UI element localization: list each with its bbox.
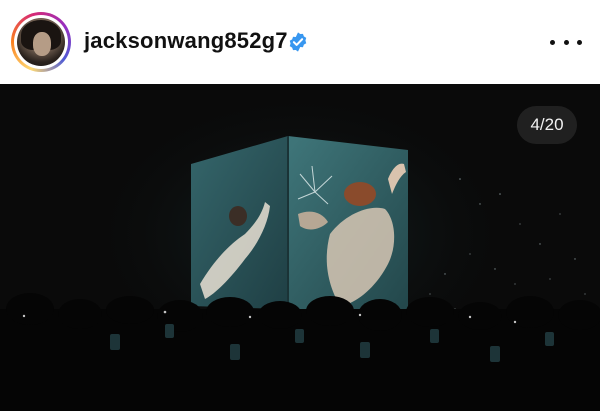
avatar-face: [33, 32, 51, 56]
username[interactable]: jacksonwang852g7: [84, 28, 288, 54]
verified-badge-icon: [289, 32, 307, 52]
more-options-icon[interactable]: [550, 30, 582, 54]
photo-counter-badge: 4/20: [517, 106, 577, 144]
avatar[interactable]: [17, 18, 65, 66]
more-dot: [550, 39, 555, 45]
avatar-border: [14, 15, 68, 69]
post-photo[interactable]: [0, 84, 600, 411]
post-header: jacksonwang852g7: [0, 0, 600, 84]
story-ring[interactable]: [11, 12, 71, 72]
concert-photo-illustration: [0, 84, 600, 411]
more-dot: [577, 39, 582, 45]
more-dot: [563, 39, 569, 45]
